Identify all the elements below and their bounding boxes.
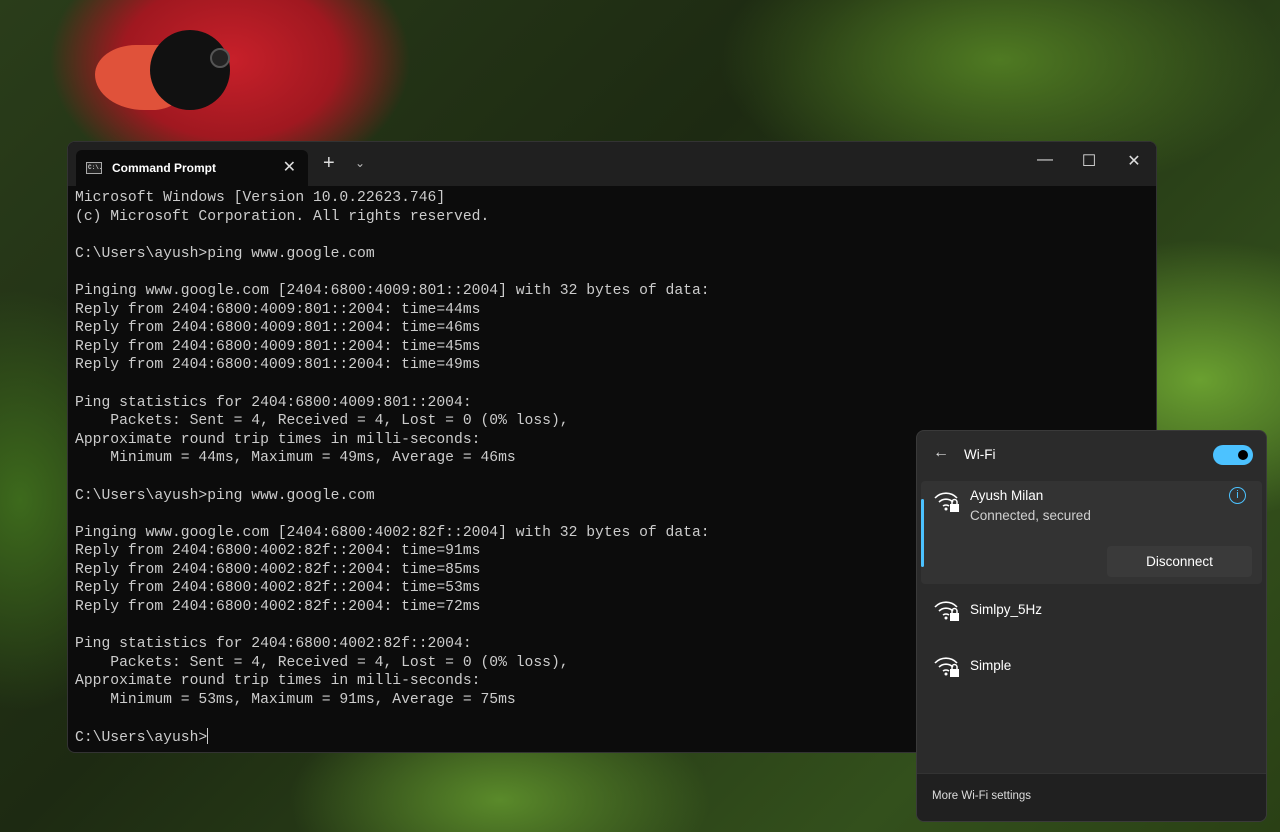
panel-title: Wi-Fi [964,447,996,462]
console-line: Reply from 2404:6800:4009:801::2004: tim… [75,301,710,320]
console-line-text: Reply from 2404:6800:4009:801::2004: tim… [75,357,481,374]
network-name: Simple [970,658,1012,673]
console-output[interactable]: Microsoft Windows [Version 10.0.22623.74… [75,189,710,748]
info-icon[interactable]: i [1229,487,1246,504]
console-line-text: Packets: Sent = 4, Received = 4, Lost = … [75,654,569,671]
disconnect-button[interactable]: Disconnect [1107,546,1252,577]
wifi-secured-icon [934,657,959,677]
console-line: Pinging www.google.com [2404:6800:4009:8… [75,282,710,301]
console-line-text: Reply from 2404:6800:4002:82f::2004: tim… [75,580,481,597]
console-line: Reply from 2404:6800:4002:82f::2004: tim… [75,579,710,598]
console-line-text: Reply from 2404:6800:4002:82f::2004: tim… [75,599,481,616]
console-line-text: Reply from 2404:6800:4009:801::2004: tim… [75,301,481,318]
tab-title: Command Prompt [112,161,217,175]
console-line: Packets: Sent = 4, Received = 4, Lost = … [75,654,710,673]
console-line: Reply from 2404:6800:4002:82f::2004: tim… [75,598,710,617]
tab-command-prompt[interactable]: C:\. Command Prompt ✕ [76,150,308,186]
console-line: C:\Users\ayush>ping www.google.com [75,245,710,264]
console-line-text: Pinging www.google.com [2404:6800:4009:8… [75,282,710,299]
console-line-text: Pinging www.google.com [2404:6800:4002:8… [75,524,710,541]
console-line-text: Ping statistics for 2404:6800:4002:82f::… [75,636,472,653]
console-line: Pinging www.google.com [2404:6800:4002:8… [75,524,710,543]
console-line-text: Reply from 2404:6800:4009:801::2004: tim… [75,320,481,337]
network-name: Ayush Milan [970,488,1044,503]
new-tab-button[interactable]: + [323,152,335,175]
back-arrow-icon[interactable]: ← [933,444,949,462]
cmd-icon: C:\. [86,162,102,174]
console-line: Ping statistics for 2404:6800:4002:82f::… [75,635,710,654]
wifi-secured-icon [934,492,959,512]
selected-indicator [921,499,924,567]
network-name: Simlpy_5Hz [970,602,1043,617]
console-line: Packets: Sent = 4, Received = 4, Lost = … [75,412,710,431]
console-line-text: C:\Users\ayush>ping www.google.com [75,245,375,262]
title-bar[interactable]: C:\. Command Prompt ✕ + ⌄ — ☐ ✕ [68,142,1156,186]
more-wifi-settings-link[interactable]: More Wi-Fi settings [932,790,1031,802]
console-line-text: Reply from 2404:6800:4002:82f::2004: tim… [75,543,481,560]
console-line: Reply from 2404:6800:4002:82f::2004: tim… [75,542,710,561]
console-line: Reply from 2404:6800:4009:801::2004: tim… [75,319,710,338]
console-line: Minimum = 53ms, Maximum = 91ms, Average … [75,691,710,710]
console-line-text: Reply from 2404:6800:4002:82f::2004: tim… [75,561,481,578]
text-cursor [207,728,209,745]
console-line-text: Ping statistics for 2404:6800:4009:801::… [75,394,472,411]
console-line: Minimum = 44ms, Maximum = 49ms, Average … [75,449,710,468]
console-line: Reply from 2404:6800:4002:82f::2004: tim… [75,561,710,580]
console-line-text: Microsoft Windows [Version 10.0.22623.74… [75,190,446,206]
console-line: Approximate round trip times in milli-se… [75,431,710,450]
console-line-text: C:\Users\ayush>ping www.google.com [75,487,375,504]
console-line: Microsoft Windows [Version 10.0.22623.74… [75,189,710,208]
maximize-button[interactable]: ☐ [1074,151,1104,171]
console-line: Approximate round trip times in milli-se… [75,672,710,691]
console-line-text: C:\Users\ayush> [75,730,208,747]
console-line: C:\Users\ayush> [75,728,710,748]
close-button[interactable]: ✕ [1119,151,1149,171]
wifi-panel: ← Wi-Fi Ayush Milan Connected, secured i… [916,430,1267,822]
console-line-text: Minimum = 53ms, Maximum = 91ms, Average … [75,692,516,709]
minimize-button[interactable]: — [1030,151,1060,169]
console-line-text: Minimum = 44ms, Maximum = 49ms, Average … [75,450,516,467]
wifi-toggle[interactable] [1213,445,1253,465]
console-line: C:\Users\ayush>ping www.google.com [75,487,710,506]
console-line-text: Approximate round trip times in milli-se… [75,673,481,690]
console-line: Reply from 2404:6800:4009:801::2004: tim… [75,338,710,357]
console-line-text: (c) Microsoft Corporation. All rights re… [75,208,490,225]
console-line: Ping statistics for 2404:6800:4009:801::… [75,394,710,413]
wallpaper [210,48,230,68]
console-line-text: Reply from 2404:6800:4009:801::2004: tim… [75,338,481,355]
network-status: Connected, secured [970,508,1091,523]
chevron-down-icon[interactable]: ⌄ [355,156,365,170]
wallpaper [150,30,230,110]
close-tab-icon[interactable]: ✕ [283,157,296,177]
console-line: (c) Microsoft Corporation. All rights re… [75,208,710,227]
wifi-secured-icon [934,601,959,621]
console-line-text: Approximate round trip times in milli-se… [75,431,481,448]
console-line-text: Packets: Sent = 4, Received = 4, Lost = … [75,413,569,430]
console-line: Reply from 2404:6800:4009:801::2004: tim… [75,356,710,375]
